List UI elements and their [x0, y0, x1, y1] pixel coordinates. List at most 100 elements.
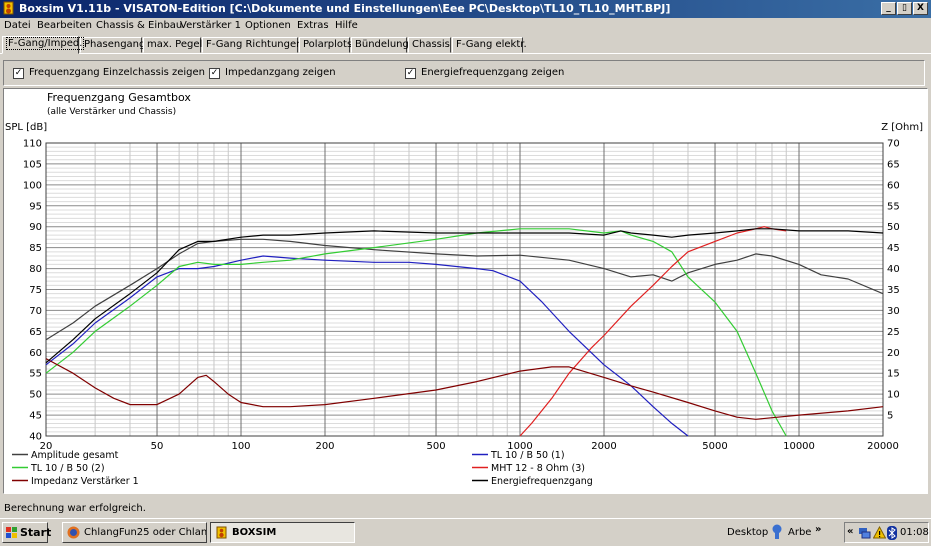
y-tick-label: 80: [29, 264, 42, 275]
y-tick-label: 90: [29, 222, 42, 233]
label-energiefrequenzgang: Energiefrequenzgang zeigen: [421, 67, 565, 78]
tab-max-pegel[interactable]: max. Pegel: [143, 37, 202, 53]
legend-entry: TL 10 / B 50 (1): [490, 450, 565, 461]
arbe-toolbar-label[interactable]: Arbe: [788, 527, 811, 538]
y2-tick-label: 50: [887, 222, 900, 233]
y-tick-label: 105: [23, 159, 42, 170]
taskbar: Start ChlangFun25 oder Chlan... BOXSIM D…: [0, 518, 931, 546]
taskbar-item-browser[interactable]: ChlangFun25 oder Chlan...: [62, 522, 207, 543]
y2-tick-label: 5: [887, 411, 893, 422]
impedanz-verstaerker-line: [45, 358, 884, 420]
menu-optionen[interactable]: Optionen: [245, 20, 291, 31]
frequency-response-chart: 40 45 50 55 60 65 70 75 80 85 90 95 100 105 110 5 10 15 20…: [5, 91, 923, 487]
checkbox-energiefrequenzgang[interactable]: ✓: [405, 68, 416, 79]
y2-tick-label: 40: [887, 264, 900, 275]
energiefrequenzgang-line: [45, 228, 884, 364]
tab-buendelung[interactable]: Bündelung: [351, 37, 409, 53]
network-icon[interactable]: [858, 526, 871, 539]
menu-hilfe[interactable]: Hilfe: [335, 20, 358, 31]
options-panel: ✓ Frequenzgang Einzelchassis zeigen ✓ Im…: [3, 60, 925, 86]
legend-entry: TL 10 / B 50 (2): [30, 463, 105, 474]
x-tick-label: 200: [315, 441, 334, 452]
minimize-button[interactable]: _: [881, 2, 896, 15]
y-tick-label: 85: [29, 243, 42, 254]
y2-tick-label: 15: [887, 369, 900, 380]
plot-area: 40 45 50 55 60 65 70 75 80 85 90 95 100 105 110 5 10 15 20…: [3, 88, 928, 494]
tab-fgang-elektr[interactable]: F-Gang elektr.: [452, 37, 527, 53]
tab-chassis[interactable]: Chassis: [408, 37, 451, 53]
warning-icon[interactable]: [873, 526, 886, 539]
system-tray: « 01:08: [844, 522, 929, 543]
y2-tick-label: 65: [887, 159, 900, 170]
menu-extras[interactable]: Extras: [297, 20, 329, 31]
tab-label: F-Gang/Imped.: [6, 37, 85, 50]
y2-tick-label: 60: [887, 180, 900, 191]
tab-phasengang[interactable]: Phasengang: [80, 37, 145, 53]
y2-tick-label: 55: [887, 201, 900, 212]
desktop-toolbar-label[interactable]: Desktop: [727, 527, 768, 538]
menu-verstaerker[interactable]: Verstärker 1: [180, 20, 241, 31]
tab-fgang-imped[interactable]: F-Gang/Imped.: [2, 36, 85, 54]
y-tick-label: 75: [29, 285, 42, 296]
title-bar: Boxsim V1.11b - VISATON-Edition [C:\Doku…: [0, 0, 931, 18]
x-tick-label: 100: [231, 441, 250, 452]
menu-chassis-einbau[interactable]: Chassis & Einbau: [96, 20, 182, 31]
tab-fgang-richtungen[interactable]: F-Gang Richtungen: [202, 37, 302, 53]
y2-tick-label: 20: [887, 348, 900, 359]
windows-logo-icon: [6, 527, 17, 538]
app-icon: [3, 1, 14, 15]
menu-datei[interactable]: Datei: [4, 20, 31, 31]
chart-subtitle: (alle Verstärker und Chassis): [47, 107, 176, 117]
status-text: Berechnung war erfolgreich.: [4, 503, 146, 514]
tl10-b50-1-line: [45, 255, 689, 437]
label-impedanzgang: Impedanzgang zeigen: [225, 67, 336, 78]
tab-strip: F-Gang/Imped. Phasengang max. Pegel F-Ga…: [0, 36, 931, 54]
y-tick-label: 60: [29, 348, 42, 359]
legend-entry: Energiefrequenzgang: [491, 476, 593, 487]
y-tick-label: 110: [23, 139, 42, 150]
help-icon[interactable]: [770, 524, 784, 540]
toolbar-chevron[interactable]: »: [815, 524, 821, 535]
x-tick-label: 2000: [591, 441, 616, 452]
start-label: Start: [20, 526, 52, 539]
menu-bar: Datei Bearbeiten Chassis & Einbau Verstä…: [0, 18, 931, 35]
y-tick-label: 70: [29, 306, 42, 317]
label-einzelchassis: Frequenzgang Einzelchassis zeigen: [29, 67, 206, 78]
y-axis-label: SPL [dB]: [5, 122, 47, 133]
x-tick-label: 500: [426, 441, 445, 452]
status-bar: Berechnung war erfolgreich.: [0, 500, 931, 517]
y2-tick-label: 35: [887, 285, 900, 296]
tab-polarplots[interactable]: Polarplots: [299, 37, 352, 53]
close-button[interactable]: X: [913, 2, 928, 15]
y2-axis-label: Z [Ohm]: [881, 122, 923, 133]
y-tick-label: 95: [29, 201, 42, 212]
checkbox-impedanzgang[interactable]: ✓: [209, 68, 220, 79]
taskbar-item-label: BOXSIM: [232, 527, 277, 538]
legend-entry: MHT 12 - 8 Ohm (3): [491, 463, 585, 474]
boxsim-icon: [216, 526, 227, 539]
legend-entry: Impedanz Verstärker 1: [31, 476, 139, 487]
clock: 01:08: [900, 527, 929, 538]
y-tick-label: 45: [29, 411, 42, 422]
bluetooth-icon[interactable]: [887, 526, 897, 540]
x-tick-label: 5000: [702, 441, 727, 452]
x-tick-label: 10000: [783, 441, 815, 452]
y2-tick-label: 45: [887, 243, 900, 254]
checkbox-einzelchassis[interactable]: ✓: [13, 68, 24, 79]
tray-collapse-button[interactable]: «: [847, 526, 853, 537]
taskbar-item-label: ChlangFun25 oder Chlan...: [84, 527, 207, 538]
restore-button[interactable]: ▯: [897, 2, 912, 15]
y-tick-label: 55: [29, 369, 42, 380]
y-tick-label: 65: [29, 327, 42, 338]
y-tick-label: 100: [23, 180, 42, 191]
firefox-icon: [67, 526, 80, 539]
tab-divider: [0, 53, 931, 54]
y-tick-label: 50: [29, 390, 42, 401]
window-title: Boxsim V1.11b - VISATON-Edition [C:\Doku…: [19, 2, 671, 15]
chart-title: Frequenzgang Gesamtbox: [47, 91, 191, 104]
menu-bearbeiten[interactable]: Bearbeiten: [37, 20, 92, 31]
start-button[interactable]: Start: [2, 522, 52, 543]
x-tick-label: 50: [151, 441, 164, 452]
x-tick-label: 20000: [867, 441, 899, 452]
taskbar-item-boxsim[interactable]: BOXSIM: [210, 522, 355, 543]
